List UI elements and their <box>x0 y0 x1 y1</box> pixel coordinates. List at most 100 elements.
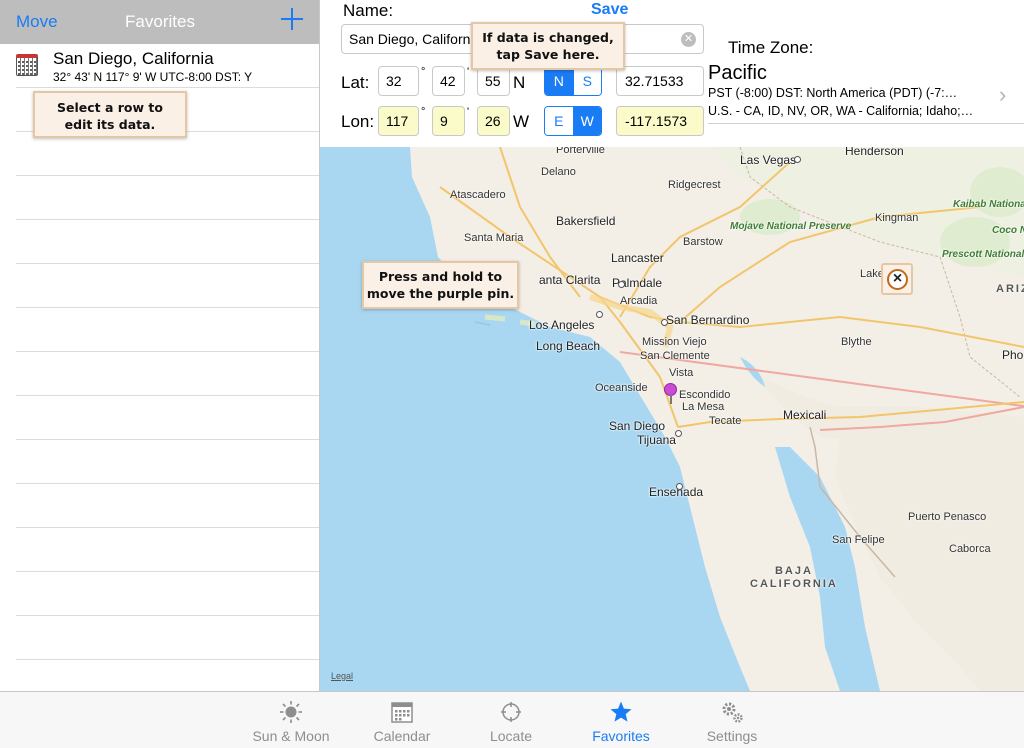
save-button[interactable]: Save <box>591 1 628 19</box>
west-option[interactable]: W <box>572 107 601 135</box>
map-label-la-mesa: La Mesa <box>682 401 725 413</box>
empty-row <box>0 132 320 176</box>
timezone-title: Time Zone: <box>728 38 814 57</box>
city-marker <box>675 430 682 437</box>
city-marker <box>596 311 603 318</box>
empty-row <box>0 176 320 220</box>
chevron-right-icon[interactable]: › <box>999 82 1006 108</box>
tab-label: Settings <box>706 728 758 744</box>
lon-degrees-input[interactable]: 117 <box>378 106 419 136</box>
city-marker <box>661 319 668 326</box>
south-option[interactable]: S <box>572 67 601 95</box>
empty-row <box>0 660 320 691</box>
map-label-phoenix: Pho <box>1002 348 1024 362</box>
map-label-prescott: Prescott National Forest <box>942 249 1024 260</box>
east-option[interactable]: E <box>545 107 573 135</box>
gear-icon <box>722 702 743 723</box>
map-label-ariz: ARIZ <box>996 283 1024 295</box>
tab-settings[interactable]: Settings <box>677 692 787 748</box>
map-label-mojave: Mojave National Preserve <box>730 221 852 232</box>
crosshair-icon <box>501 702 521 722</box>
map-terrain <box>410 147 1024 691</box>
map-label-san-clemente: San Clemente <box>640 350 710 362</box>
tab-favorites[interactable]: Favorites <box>566 692 676 748</box>
tab-label: Sun & Moon <box>252 728 330 744</box>
lat-decimal-input[interactable]: 32.71533 <box>616 66 704 96</box>
map-label-oceanside: Oceanside <box>595 382 648 394</box>
lat-degrees-input[interactable]: 32 <box>378 66 419 96</box>
empty-row <box>0 484 320 528</box>
tab-sun-moon[interactable]: Sun & Moon <box>236 692 346 748</box>
map-label-mission-viejo: Mission Viejo <box>642 336 707 348</box>
map-label-henderson: Henderson <box>845 147 904 158</box>
map-label-san-diego: San Diego <box>609 419 666 433</box>
favorites-nav-bar: Move Favorites <box>0 0 320 44</box>
lon-minutes-input[interactable]: 9 <box>432 106 465 136</box>
save-tip: If data is changed, tap Save here. <box>471 22 625 70</box>
favorites-list: San Diego, California 32° 43' N 117° 9' … <box>0 44 320 691</box>
lon-label: Lon: <box>341 112 375 131</box>
lat-hemisphere-toggle[interactable]: N S <box>544 66 602 96</box>
map-label-escondido: Escondido <box>679 389 731 401</box>
timezone-detail-2: U.S. - CA, ID, NV, OR, WA - California; … <box>708 104 974 118</box>
timezone-detail-1: PST (-8:00) DST: North America (PDT) (-7… <box>708 86 958 100</box>
map-label-blythe: Blythe <box>841 336 872 348</box>
empty-row <box>0 528 320 572</box>
degree-symbol: ° <box>421 106 426 118</box>
favorite-row[interactable]: San Diego, California 32° 43' N 117° 9' … <box>0 44 320 88</box>
empty-row <box>0 572 320 616</box>
map-label-kingman: Kingman <box>875 212 919 224</box>
calendar-grid <box>17 60 37 75</box>
star-icon <box>610 701 632 722</box>
map-label-santa-clarita: anta Clarita <box>539 273 601 287</box>
tab-label: Calendar <box>373 728 431 744</box>
lat-minutes-input[interactable]: 42 <box>432 66 465 96</box>
minute-symbol: ' <box>467 66 470 78</box>
tab-locate[interactable]: Locate <box>456 692 566 748</box>
map-label-coconino: Coco Nation <box>992 225 1024 236</box>
calendar-icon <box>391 702 413 723</box>
favorite-detail: 32° 43' N 117° 9' W UTC-8:00 DST: Y <box>53 70 253 84</box>
clear-icon[interactable]: ✕ <box>681 32 696 47</box>
map-label-ridgecrest: Ridgecrest <box>668 179 721 191</box>
lon-hemisphere-toggle[interactable]: E W <box>544 106 602 136</box>
map-label-barstow: Barstow <box>683 236 723 248</box>
nav-title: Favorites <box>125 12 195 31</box>
map-label-caborca: Caborca <box>949 543 991 555</box>
sun-icon <box>280 701 302 723</box>
map-label-mexicali: Mexicali <box>783 408 827 422</box>
map-label-tecate: Tecate <box>709 415 742 427</box>
tab-bar: Sun & Moon Calendar Locate Favorites Set… <box>0 691 1024 748</box>
degree-symbol: ° <box>421 66 426 78</box>
empty-row <box>0 396 320 440</box>
map-label-tijuana: Tijuana <box>637 433 676 447</box>
plus-icon[interactable] <box>281 8 303 30</box>
legal-link[interactable]: Legal <box>331 671 353 681</box>
app-root: Move Favorites San Diego, California 32°… <box>0 0 1024 748</box>
north-option[interactable]: N <box>545 67 573 95</box>
map-label-arcadia: Arcadia <box>620 295 658 307</box>
map-label-bakersfield: Bakersfield <box>556 214 616 228</box>
minute-symbol: ' <box>467 106 470 118</box>
lon-seconds-input[interactable]: 26 <box>477 106 510 136</box>
map-label-long-beach: Long Beach <box>536 339 601 353</box>
favorite-name: San Diego, California <box>53 49 214 68</box>
location-edit-form: Name: Save San Diego, California ✕ Lat: … <box>320 0 1024 147</box>
empty-row <box>0 308 320 352</box>
map-label-porterville: Porterville <box>556 147 605 156</box>
lat-seconds-input[interactable]: 55 <box>477 66 510 96</box>
name-label: Name: <box>343 1 394 20</box>
city-marker <box>676 483 683 490</box>
map-label-vista: Vista <box>669 367 694 379</box>
map-label-kaibab: Kaibab National Forest <box>953 199 1024 210</box>
close-icon[interactable]: × <box>881 263 913 295</box>
lon-hemisphere: W <box>513 112 530 131</box>
map-label-los-angeles: Los Angeles <box>529 318 595 332</box>
close-icon-glyph: × <box>887 269 908 290</box>
map-label-santa-maria: Santa Maria <box>464 232 524 244</box>
tab-calendar[interactable]: Calendar <box>347 692 457 748</box>
map-label-las-vegas: Las Vegas <box>740 153 797 167</box>
map-view[interactable]: Porterville Las Vegas Henderson Delano A… <box>320 147 1024 691</box>
timezone-separator <box>708 123 1024 124</box>
lon-decimal-input[interactable]: -117.1573 <box>616 106 704 136</box>
